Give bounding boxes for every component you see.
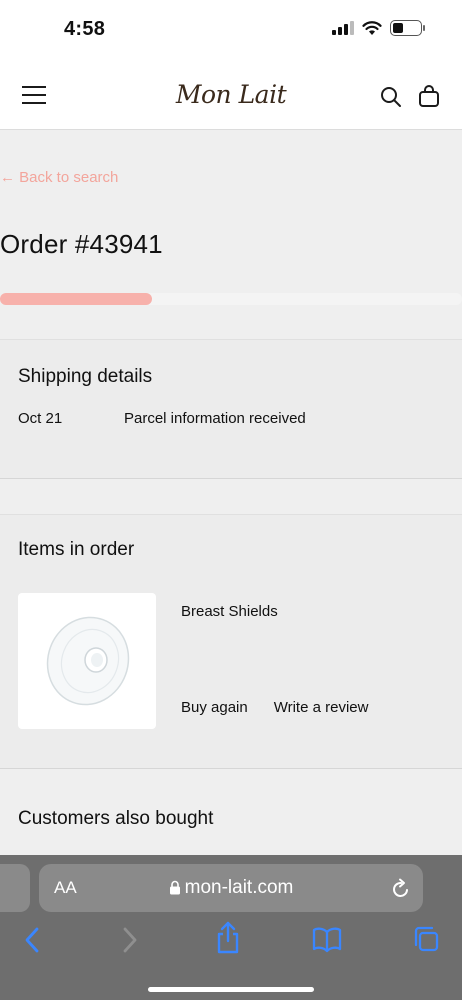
status-time: 4:58: [64, 18, 106, 40]
product-name[interactable]: Breast Shields: [181, 603, 278, 620]
shipping-details-title: Shipping details: [18, 366, 153, 387]
tabs-icon[interactable]: [412, 925, 440, 953]
customers-also-bought-title: Customers also bought: [18, 808, 214, 829]
address-display: mon-lait.com: [39, 877, 423, 899]
shipping-details-card: Shipping details Oct 21 Parcel informati…: [0, 339, 462, 479]
browser-nav-row: [0, 921, 462, 965]
battery-icon: [390, 20, 425, 36]
status-icons: [332, 20, 425, 36]
cellular-signal-icon: [332, 21, 354, 35]
order-progress-bar: [0, 293, 462, 305]
url-text: mon-lait.com: [184, 877, 294, 898]
browser-toolbar: AA mon-lait.com: [0, 855, 462, 1000]
shipping-event-status: Parcel information received: [124, 410, 306, 427]
address-bar[interactable]: AA mon-lait.com: [39, 864, 423, 912]
search-icon[interactable]: [380, 86, 402, 108]
status-bar: 4:58: [0, 0, 462, 62]
back-chevron-icon[interactable]: [22, 925, 42, 955]
bookmarks-icon[interactable]: [312, 925, 342, 953]
shipping-event-row: Oct 21 Parcel information received: [18, 410, 306, 427]
items-in-order-card: Items in order Breast Shields Buy again …: [0, 514, 462, 769]
site-header: Mon Lait: [0, 62, 462, 130]
breast-shield-image: [46, 616, 130, 706]
shopping-bag-icon[interactable]: [418, 84, 440, 108]
share-icon[interactable]: [215, 921, 241, 955]
items-in-order-title: Items in order: [18, 539, 135, 560]
order-title: Order #43941: [0, 229, 163, 259]
buy-again-button[interactable]: Buy again: [181, 699, 248, 716]
back-to-search-link[interactable]: ← Back to search: [0, 169, 118, 186]
order-progress-fill: [0, 293, 153, 305]
reload-icon[interactable]: [391, 877, 411, 899]
write-review-button[interactable]: Write a review: [274, 699, 369, 716]
lock-icon: [169, 881, 180, 895]
shipping-event-date: Oct 21: [18, 410, 63, 427]
forward-chevron-icon[interactable]: [120, 925, 140, 955]
previous-tab-pill[interactable]: [0, 864, 30, 912]
product-thumbnail[interactable]: [18, 593, 156, 729]
item-actions: Buy again Write a review: [181, 699, 368, 716]
wifi-icon: [362, 20, 382, 35]
home-indicator: [148, 987, 314, 992]
